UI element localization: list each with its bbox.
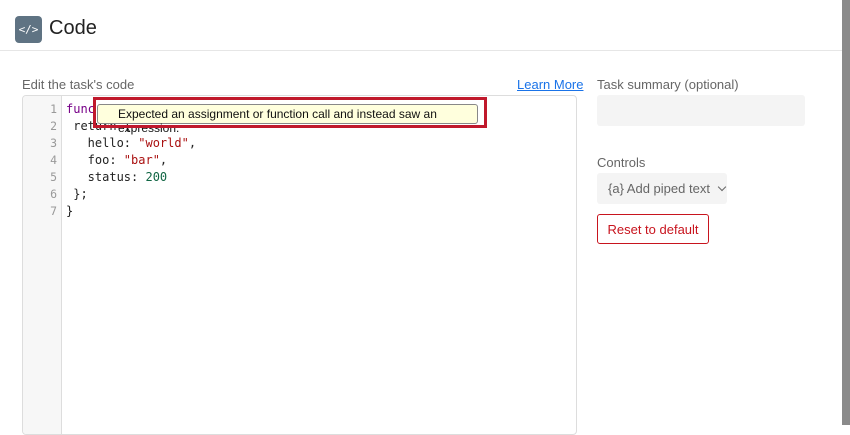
page-title: Code <box>49 17 97 39</box>
code-key: hello: <box>66 136 139 150</box>
code-punct: , <box>159 153 168 167</box>
editor-label: Edit the task's code <box>22 77 135 92</box>
code-line: }; <box>66 187 88 201</box>
line-number: 6 <box>50 187 57 201</box>
line-number: 2 <box>50 119 57 133</box>
controls-label: Controls <box>597 155 646 170</box>
line-number: 5 <box>50 170 57 184</box>
code-line: hello: "world", <box>66 136 196 150</box>
add-piped-text-dropdown[interactable]: {a} Add piped text <box>597 173 727 204</box>
summary-label: Task summary (optional) <box>597 77 739 92</box>
line-number: 3 <box>50 136 57 150</box>
code-string: "bar" <box>123 153 160 167</box>
code-number: 200 <box>145 170 168 184</box>
code-line: status: 200 <box>66 170 168 184</box>
reset-to-default-button[interactable]: Reset to default <box>597 214 709 244</box>
code-punct: , <box>188 136 197 150</box>
line-number: 1 <box>50 102 57 116</box>
code-line: } <box>66 204 74 218</box>
code-editor[interactable]: 1 2 3 4 5 6 7 func return { hello: "worl… <box>22 95 577 435</box>
code-string: "world" <box>138 136 189 150</box>
chevron-down-icon <box>717 182 726 192</box>
scrollbar[interactable] <box>842 0 850 425</box>
code-key: status: <box>66 170 146 184</box>
line-number: 4 <box>50 153 57 167</box>
summary-input[interactable] <box>597 95 805 126</box>
highlight-box <box>93 97 487 128</box>
piped-text-label: {a} Add piped text <box>608 181 710 196</box>
code-icon: </> <box>15 16 42 43</box>
code-line: foo: "bar", <box>66 153 167 167</box>
line-number: 7 <box>50 204 57 218</box>
learn-more-link[interactable]: Learn More <box>517 77 583 92</box>
code-line: func <box>66 102 95 116</box>
line-gutter: 1 2 3 4 5 6 7 <box>23 96 62 434</box>
header: </> Code <box>0 0 842 51</box>
code-key: foo: <box>66 153 124 167</box>
